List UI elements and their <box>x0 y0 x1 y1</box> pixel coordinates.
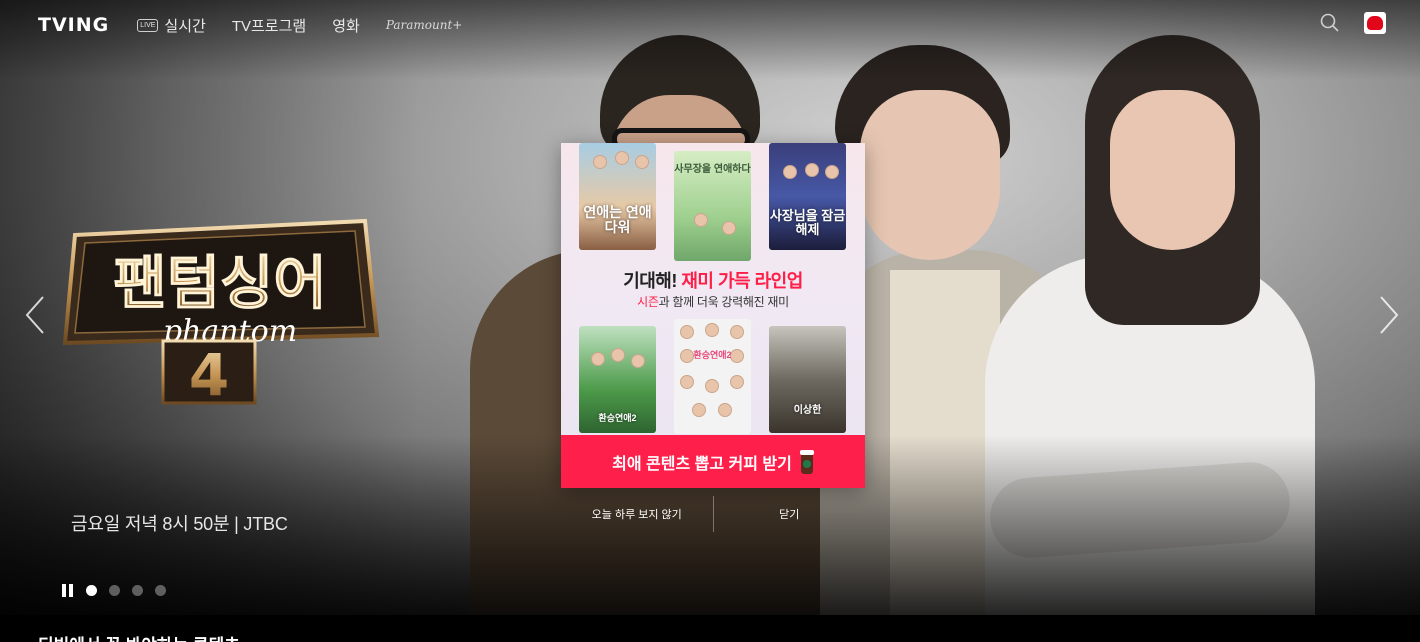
slide-dot-1[interactable] <box>86 585 97 596</box>
poster-face <box>635 155 649 169</box>
promo-cta-button[interactable]: 최애 콘텐츠 뽑고 커피 받기 <box>561 435 865 488</box>
promo-poster-3[interactable]: 사장님을 잠금해제 <box>769 143 846 250</box>
promo-popup-actions: 오늘 하루 보지 않기 닫기 <box>561 496 865 532</box>
broadcast-schedule: 금요일 저녁 8시 50분 | JTBC <box>71 514 288 534</box>
poster-face <box>680 325 694 339</box>
poster-face <box>705 379 719 393</box>
nav-item-movie[interactable]: 영화 <box>332 15 360 36</box>
top-header: TVING LIVE 실시간 TV프로그램 영화 Paramount+ <box>0 0 1420 50</box>
promo-headline-plain: 기대해! <box>623 271 682 291</box>
poster-face <box>722 221 736 235</box>
poster-face <box>593 155 607 169</box>
poster-title: 연애는 연애다워 <box>583 204 652 235</box>
show-title-logo: 팬텀싱어 phantom 4 <box>62 218 380 409</box>
profile-avatar[interactable] <box>1364 12 1386 34</box>
pause-icon[interactable] <box>62 584 74 597</box>
poster-face <box>705 323 719 337</box>
promo-poster-1[interactable]: 연애는 연애다워 <box>579 143 656 250</box>
tving-logo[interactable]: TVING <box>38 14 109 36</box>
search-icon <box>1320 13 1339 32</box>
promo-subline: 시즌과 함께 더욱 강력해진 재미 <box>561 293 865 310</box>
poster-face <box>591 352 605 366</box>
dismiss-today-button[interactable]: 오늘 하루 보지 않기 <box>561 496 713 532</box>
promo-popup-body: 연애는 연애다워 사무장을 연애하다 사장님을 잠금해제 기대해! 재미 가득 … <box>561 143 865 435</box>
poster-face <box>730 375 744 389</box>
slide-pager <box>62 584 166 597</box>
promo-cta-label: 최애 콘텐츠 뽑고 커피 받기 <box>612 455 792 473</box>
promo-poster-6[interactable]: 이상한 <box>769 326 846 433</box>
nav-item-paramount[interactable]: Paramount+ <box>386 18 463 32</box>
chevron-left-icon <box>25 296 44 334</box>
poster-title: 이상한 <box>793 405 822 416</box>
promo-poster-2[interactable]: 사무장을 연애하다 <box>674 151 751 261</box>
poster-title: 환승연애2 <box>693 350 732 360</box>
section-title: 티빙에서 꼭 봐야하는 콘텐츠 <box>38 631 240 642</box>
search-button[interactable] <box>1319 12 1341 34</box>
poster-title: 환승연애2 <box>598 413 637 423</box>
promo-headline: 기대해! 재미 가득 라인업 <box>561 267 865 293</box>
main-nav: LIVE 실시간 TV프로그램 영화 Paramount+ <box>137 15 462 36</box>
paramount-logo: Paramount+ <box>385 18 463 32</box>
nav-item-label: 실시간 <box>164 17 206 35</box>
poster-face <box>805 163 819 177</box>
slide-dot-4[interactable] <box>155 585 166 596</box>
promo-popup: 연애는 연애다워 사무장을 연애하다 사장님을 잠금해제 기대해! 재미 가득 … <box>561 143 865 488</box>
show-season-number: 4 <box>189 341 229 409</box>
poster-face <box>615 151 629 165</box>
poster-face <box>631 354 645 368</box>
poster-face <box>783 165 797 179</box>
coffee-cup-icon <box>799 449 814 474</box>
poster-face <box>680 375 694 389</box>
promo-poster-5[interactable]: 환승연애2 <box>674 319 751 434</box>
poster-face <box>692 403 706 417</box>
nav-item-live[interactable]: LIVE 실시간 <box>137 15 206 36</box>
poster-title: 사무장을 연애하다 <box>674 164 751 175</box>
slide-dot-2[interactable] <box>109 585 120 596</box>
poster-face <box>611 348 625 362</box>
promo-subline-rest: 과 함께 더욱 강력해진 재미 <box>658 295 790 309</box>
poster-title: 사장님을 잠금해제 <box>769 208 846 237</box>
poster-face <box>718 403 732 417</box>
nav-item-tv[interactable]: TV프로그램 <box>232 15 306 36</box>
prev-slide-button[interactable] <box>24 293 46 337</box>
show-title-text: 팬텀싱어 <box>113 249 326 317</box>
chevron-right-icon <box>1380 296 1399 334</box>
poster-face <box>694 213 708 227</box>
nav-item-label: TV프로그램 <box>231 17 307 35</box>
promo-poster-4[interactable]: 환승연애2 <box>579 326 656 433</box>
promo-subline-highlight: 시즌 <box>637 295 659 309</box>
live-badge: LIVE <box>137 18 159 32</box>
poster-face <box>730 325 744 339</box>
promo-headline-highlight: 재미 가득 라인업 <box>681 271 803 291</box>
nav-item-label: 영화 <box>332 17 360 35</box>
popup-close-button[interactable]: 닫기 <box>714 496 866 532</box>
next-slide-button[interactable] <box>1378 293 1400 337</box>
profile-icon <box>1367 16 1383 30</box>
slide-dot-3[interactable] <box>132 585 143 596</box>
poster-face <box>825 165 839 179</box>
